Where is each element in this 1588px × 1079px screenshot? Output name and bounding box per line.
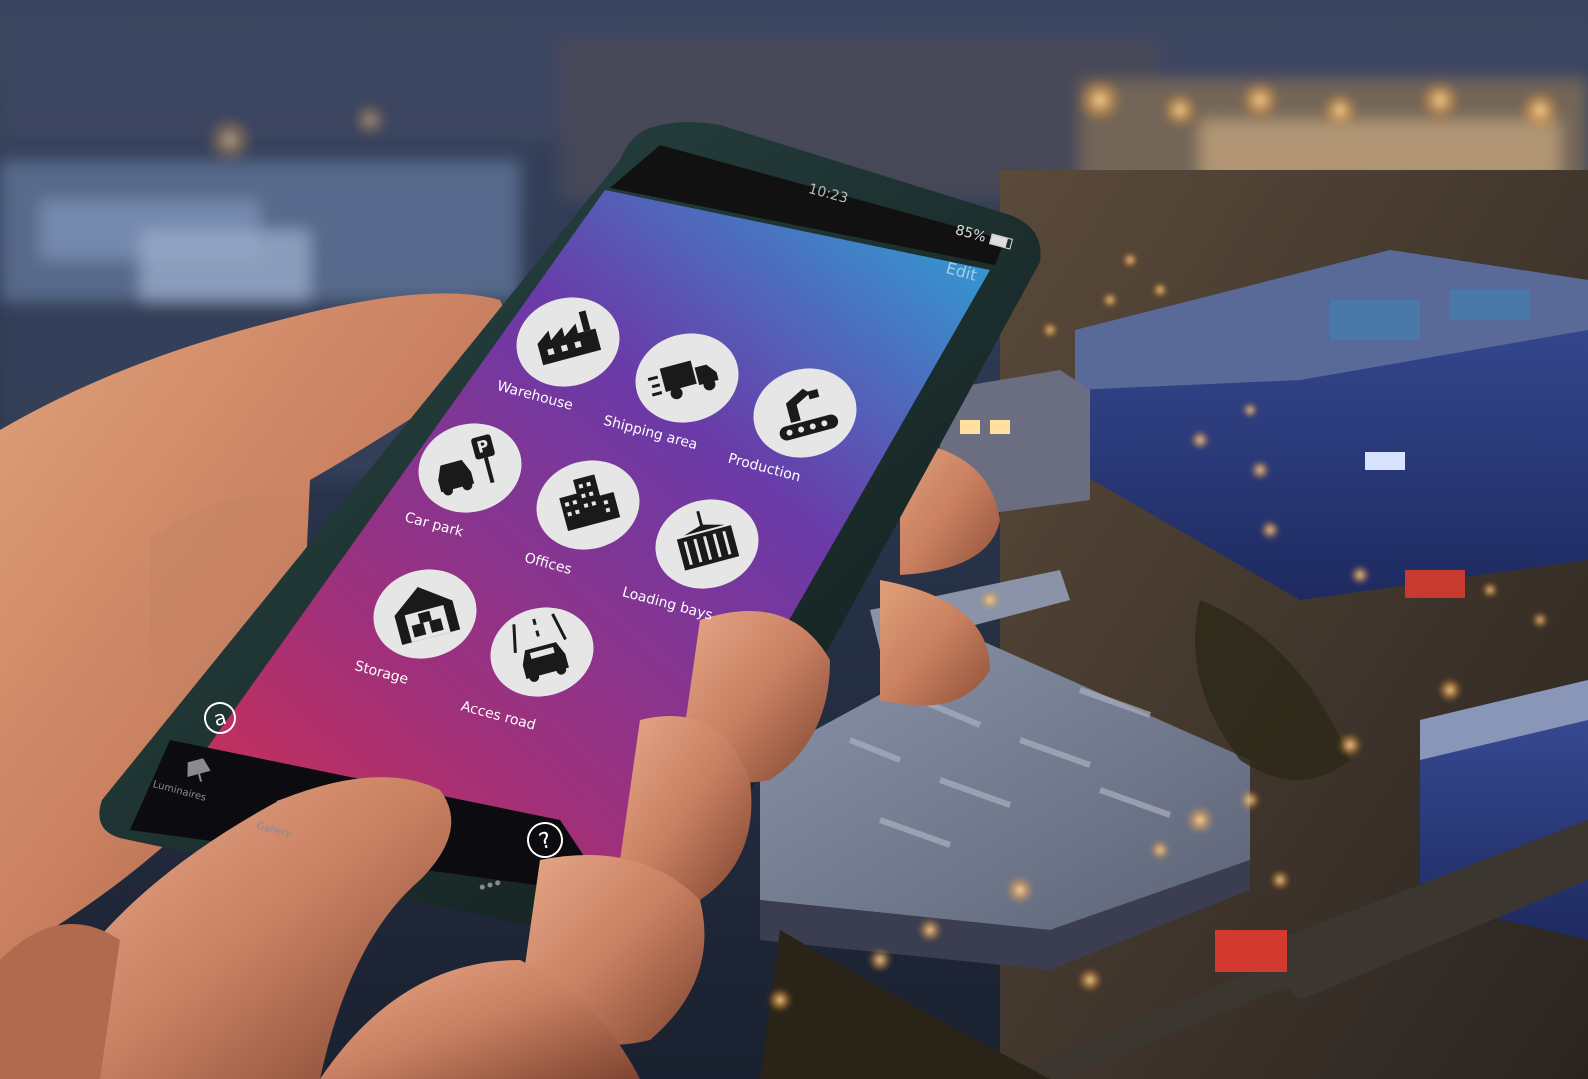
brand-button[interactable] [203, 701, 237, 735]
tile-loading-bays[interactable] [655, 500, 759, 588]
tile-car-park[interactable] [418, 424, 522, 512]
help-button[interactable] [526, 821, 564, 859]
nav-more[interactable] [470, 872, 510, 898]
tile-acces-road[interactable] [490, 608, 594, 696]
tile-offices[interactable] [536, 461, 640, 549]
tile-storage[interactable] [373, 570, 477, 658]
tile-production[interactable] [753, 369, 857, 457]
tile-hit-areas [0, 0, 1588, 1079]
tile-shipping-area[interactable] [635, 334, 739, 422]
tile-warehouse[interactable] [516, 298, 620, 386]
